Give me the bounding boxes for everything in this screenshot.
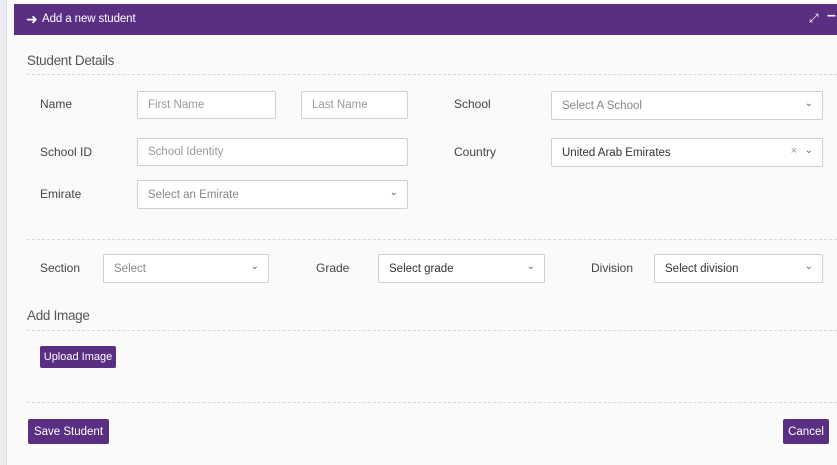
grade-select-value: Select grade bbox=[389, 263, 454, 275]
school-select-value: Select A School bbox=[562, 100, 642, 112]
school-id-label: School ID bbox=[40, 145, 93, 159]
school-label: School bbox=[454, 97, 491, 111]
cancel-button[interactable]: Cancel bbox=[783, 419, 829, 444]
school-id-input[interactable] bbox=[137, 138, 408, 166]
chevron-down-icon: ⌄ bbox=[526, 261, 535, 272]
section-select-value: Select bbox=[114, 263, 146, 275]
country-select[interactable]: United Arab Emirates × ⌄ bbox=[551, 138, 823, 167]
country-label: Country bbox=[454, 145, 497, 159]
expand-icon[interactable]: ⤢ bbox=[809, 11, 819, 25]
division-select-value: Select division bbox=[665, 263, 739, 275]
student-form: Student Details Name School Select A Sch… bbox=[14, 35, 837, 465]
modal-title: Add a new student bbox=[42, 13, 136, 25]
first-name-input[interactable] bbox=[137, 91, 276, 119]
chevron-down-icon: ⌄ bbox=[804, 98, 813, 109]
section-label: Section bbox=[40, 261, 81, 275]
division-select[interactable]: Select division ⌄ bbox=[654, 254, 823, 283]
chevron-down-icon: ⌄ bbox=[804, 261, 813, 272]
emirate-label: Emirate bbox=[40, 187, 82, 201]
divider bbox=[27, 74, 837, 75]
clear-icon[interactable]: × bbox=[791, 145, 797, 157]
division-label: Division bbox=[591, 261, 634, 275]
chevron-down-icon: ⌄ bbox=[250, 261, 259, 272]
name-label: Name bbox=[40, 97, 73, 111]
emirate-select-value: Select an Emirate bbox=[148, 189, 239, 201]
section-select[interactable]: Select ⌄ bbox=[103, 254, 269, 283]
divider bbox=[27, 402, 837, 403]
minimize-icon[interactable]: – bbox=[827, 8, 836, 24]
emirate-select[interactable]: Select an Emirate ⌄ bbox=[137, 180, 408, 209]
upload-image-button[interactable]: Upload Image bbox=[40, 346, 116, 368]
divider bbox=[27, 239, 837, 240]
divider bbox=[27, 330, 837, 331]
grade-select[interactable]: Select grade ⌄ bbox=[378, 254, 545, 283]
chevron-down-icon: ⌄ bbox=[804, 145, 813, 156]
country-select-value: United Arab Emirates bbox=[562, 147, 671, 159]
last-name-input[interactable] bbox=[301, 91, 408, 119]
arrow-right-icon[interactable]: ➜ bbox=[26, 11, 38, 27]
add-image-heading: Add Image bbox=[27, 308, 90, 323]
school-select[interactable]: Select A School ⌄ bbox=[551, 91, 823, 120]
modal-title-bar: ➜ Add a new student ⤢ – bbox=[14, 4, 837, 35]
student-details-heading: Student Details bbox=[27, 53, 115, 68]
grade-label: Grade bbox=[316, 261, 350, 275]
chevron-down-icon: ⌄ bbox=[389, 187, 398, 198]
save-student-button[interactable]: Save Student bbox=[28, 419, 109, 444]
